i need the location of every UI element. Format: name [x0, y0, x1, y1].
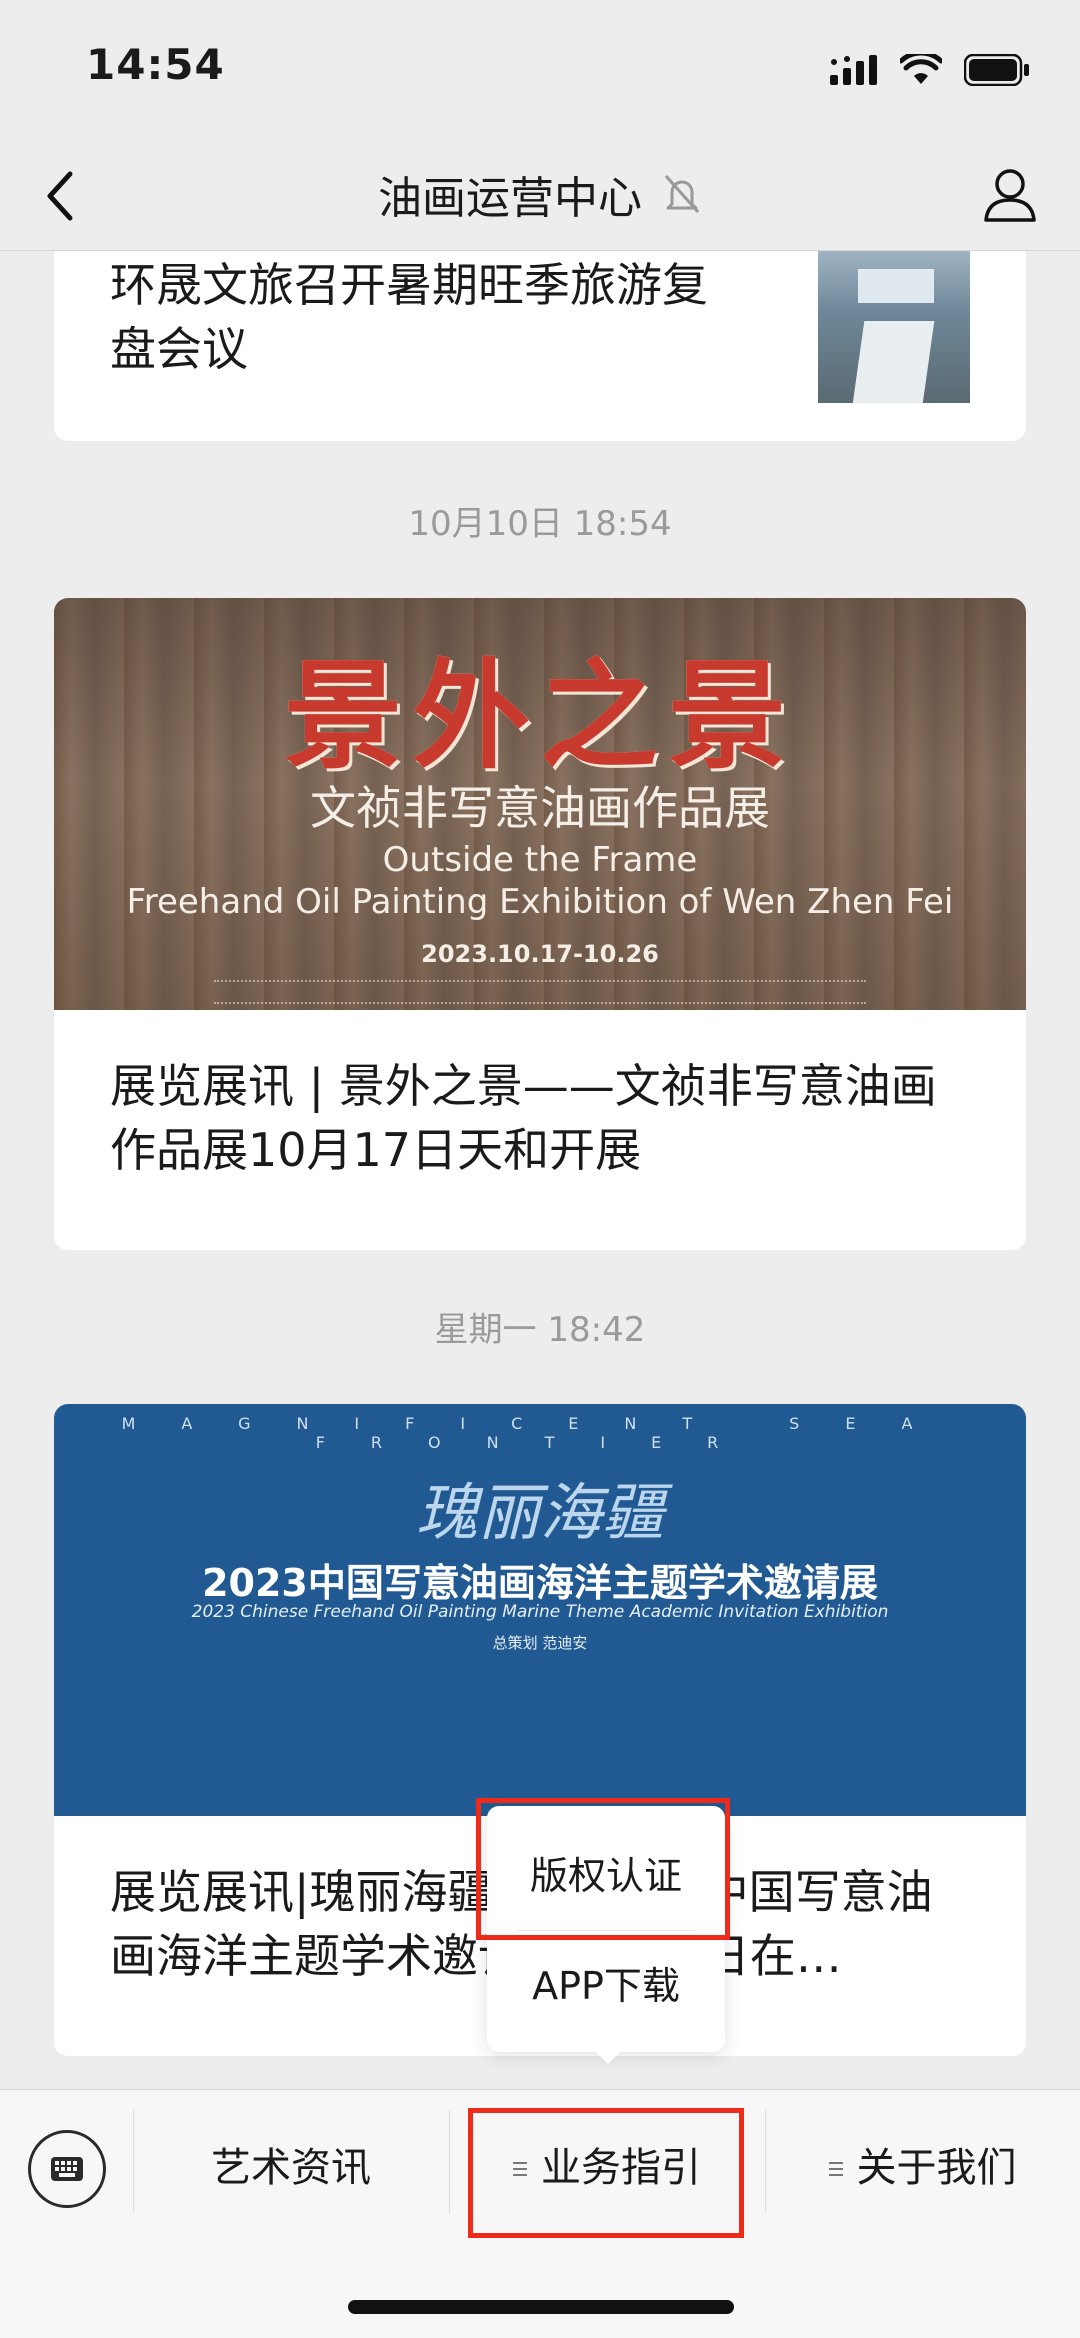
signal-icon	[830, 55, 877, 85]
submenu-item-app-download[interactable]: APP下载	[487, 1936, 725, 2036]
banner-calligraphy: 瑰丽海疆	[415, 1476, 664, 1549]
battery-icon	[964, 54, 1029, 86]
article-title[interactable]: 环晟文旅召开暑期旺季旅游复盘会议	[110, 253, 726, 381]
highlight-box-business-guide	[468, 2108, 744, 2238]
menu-item-label: 关于我们	[856, 2145, 1017, 2191]
article-title[interactable]: 展览展讯 | 景外之景——文祯非写意油画作品展10月17日天和开展	[110, 1054, 970, 1182]
menu-item-art-news[interactable]: 艺术资讯	[133, 2118, 449, 2218]
page-title: 油画运营中心	[378, 173, 642, 224]
submenu-pointer	[592, 2048, 624, 2064]
keyboard-icon	[51, 2157, 83, 2181]
thumbnail-table	[851, 321, 935, 403]
article-thumbnail[interactable]	[818, 251, 970, 403]
highlight-box-copyright	[476, 1798, 730, 1940]
nav-title-wrap: 油画运营中心	[0, 162, 1080, 226]
banner-credits	[214, 980, 866, 1004]
banner-credit: 总策划 范迪安	[492, 1634, 588, 1652]
nav-bar: 油画运营中心	[0, 140, 1080, 251]
wifi-icon	[900, 54, 942, 84]
thumbnail-screen	[858, 269, 934, 303]
person-icon[interactable]	[980, 164, 1040, 224]
message-timestamp: 10月10日 18:54	[408, 504, 672, 544]
banner-dates: 2023.10.17-10.26	[421, 940, 659, 968]
bell-slash-icon	[664, 175, 700, 213]
menu-item-about-us[interactable]: 关于我们	[765, 2118, 1080, 2218]
banner-top-text: MAGNIFICENT SEA FRONTIER	[121, 1414, 959, 1452]
menu-lines-icon	[828, 2162, 843, 2178]
article-card[interactable]: 环晟文旅召开暑期旺季旅游复盘会议	[54, 251, 1026, 441]
banner-title: 景外之景	[283, 647, 796, 785]
status-bar: 14:54	[0, 0, 1080, 140]
status-icons	[830, 52, 1030, 88]
banner-english-title: 2023 Chinese Freehand Oil Painting Marin…	[191, 1602, 889, 1622]
keyboard-toggle-button[interactable]	[28, 2130, 106, 2208]
home-indicator[interactable]	[348, 2300, 734, 2314]
article-card[interactable]: 景外之景 文祯非写意油画作品展 Outside the Frame Freeha…	[54, 598, 1026, 1250]
status-time: 14:54	[86, 40, 225, 89]
banner-title: 2023中国写意油画海洋主题学术邀请展	[202, 1561, 878, 1605]
banner-english-line1: Outside the Frame	[382, 840, 698, 880]
article-cover-image[interactable]: 景外之景 文祯非写意油画作品展 Outside the Frame Freeha…	[54, 598, 1026, 1010]
banner-english-line2: Freehand Oil Painting Exhibition of Wen …	[126, 882, 954, 922]
banner-subtitle: 文祯非写意油画作品展	[310, 781, 770, 835]
article-cover-image[interactable]: MAGNIFICENT SEA FRONTIER 瑰丽海疆 2023中国写意油画…	[54, 1404, 1026, 1816]
message-timestamp: 星期一 18:42	[434, 1310, 646, 1350]
